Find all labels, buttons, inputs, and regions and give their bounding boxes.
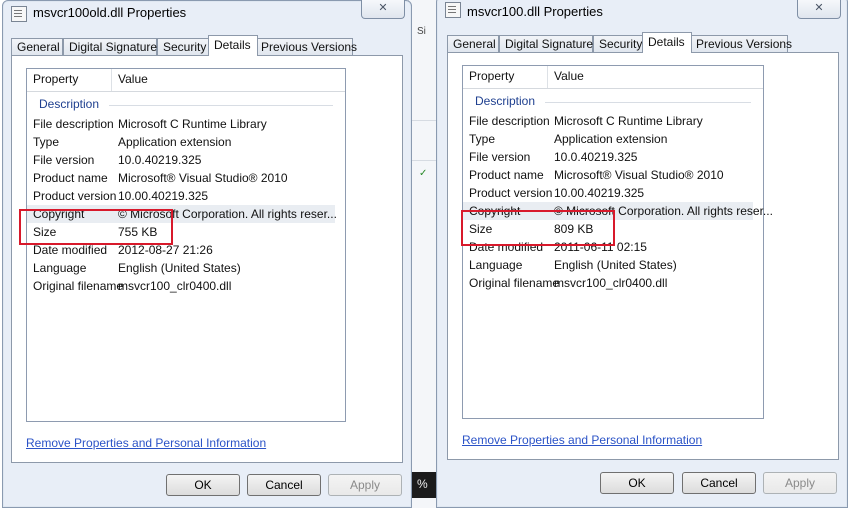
close-button[interactable]: ✕ — [797, 0, 841, 19]
window-title: msvcr100old.dll Properties — [33, 5, 187, 20]
check-icon: ✓ — [419, 168, 428, 179]
cancel-button[interactable]: Cancel — [682, 472, 756, 494]
background-text-fragment: Si — [417, 26, 426, 37]
properties-dialog-new: msvcr100.dll Properties ✕ General Digita… — [436, 0, 848, 508]
remove-properties-link[interactable]: Remove Properties and Personal Informati… — [462, 433, 702, 447]
dll-file-icon — [11, 6, 27, 22]
apply-button[interactable]: Apply — [328, 474, 402, 496]
properties-dialog-old: msvcr100old.dll Properties ✕ General Dig… — [2, 0, 412, 508]
column-property[interactable]: Property — [33, 72, 78, 86]
list-header: Property Value — [463, 66, 763, 89]
close-icon: ✕ — [814, 2, 824, 14]
tab-general[interactable]: General — [11, 38, 63, 55]
ok-button[interactable]: OK — [166, 474, 240, 496]
tab-security[interactable]: Security — [593, 35, 649, 52]
list-item[interactable]: Product name Microsoft® Visual Studio® 20… — [463, 166, 753, 184]
apply-button[interactable]: Apply — [763, 472, 837, 494]
details-list[interactable]: Property Value Description File descript… — [26, 68, 346, 422]
group-description: Description — [27, 97, 345, 113]
size-highlight-box — [19, 209, 173, 245]
background-window: Si ✓ % — [408, 0, 438, 508]
list-item[interactable]: Type Application extension — [27, 133, 335, 151]
list-item[interactable]: Original filename msvcr100_clr0400.dll — [463, 274, 753, 292]
column-value[interactable]: Value — [554, 69, 584, 83]
list-item[interactable]: Product name Microsoft® Visual Studio® 20… — [27, 169, 335, 187]
window-title: msvcr100.dll Properties — [467, 4, 603, 19]
list-item[interactable]: Type Application extension — [463, 130, 753, 148]
close-button[interactable]: ✕ — [361, 0, 405, 19]
tab-security[interactable]: Security — [157, 38, 213, 55]
tab-previous-versions[interactable]: Previous Versions — [690, 35, 792, 52]
tab-digital-signatures[interactable]: Digital Signatures — [63, 38, 163, 55]
list-item[interactable]: File version 10.0.40219.325 — [463, 148, 753, 166]
details-panel: Property Value Description File descript… — [11, 55, 403, 463]
group-description: Description — [463, 94, 763, 110]
list-item[interactable]: File description Microsoft C Runtime Libr… — [463, 112, 753, 130]
tab-details[interactable]: Details — [642, 32, 692, 53]
tab-details[interactable]: Details — [208, 35, 258, 56]
title-bar[interactable]: msvcr100old.dll Properties — [3, 1, 411, 27]
list-item[interactable]: Product version 10.00.40219.325 — [27, 187, 335, 205]
ok-button[interactable]: OK — [600, 472, 674, 494]
list-item[interactable]: Language English (United States) — [463, 256, 753, 274]
remove-properties-link[interactable]: Remove Properties and Personal Informati… — [26, 436, 266, 450]
details-panel: Property Value Description File descript… — [447, 52, 839, 460]
list-item[interactable]: Original filename msvcr100_clr0400.dll — [27, 277, 335, 295]
background-taskbar: % — [409, 472, 437, 498]
dll-file-icon — [445, 2, 461, 18]
list-item[interactable]: File description Microsoft C Runtime Libr… — [27, 115, 335, 133]
size-highlight-box — [461, 210, 615, 246]
list-item[interactable]: Language English (United States) — [27, 259, 335, 277]
group-label: Description — [39, 97, 100, 111]
tab-digital-signatures[interactable]: Digital Signatures — [499, 35, 599, 52]
tab-previous-versions[interactable]: Previous Versions — [255, 38, 357, 55]
column-property[interactable]: Property — [469, 69, 514, 83]
close-icon: ✕ — [378, 2, 388, 14]
column-value[interactable]: Value — [118, 72, 148, 86]
tab-general[interactable]: General — [447, 35, 499, 52]
list-item[interactable]: Product version 10.00.40219.325 — [463, 184, 753, 202]
list-item[interactable]: File version 10.0.40219.325 — [27, 151, 335, 169]
list-header: Property Value — [27, 69, 345, 92]
group-label: Description — [475, 94, 536, 108]
title-bar[interactable]: msvcr100.dll Properties — [437, 0, 847, 23]
cancel-button[interactable]: Cancel — [247, 474, 321, 496]
